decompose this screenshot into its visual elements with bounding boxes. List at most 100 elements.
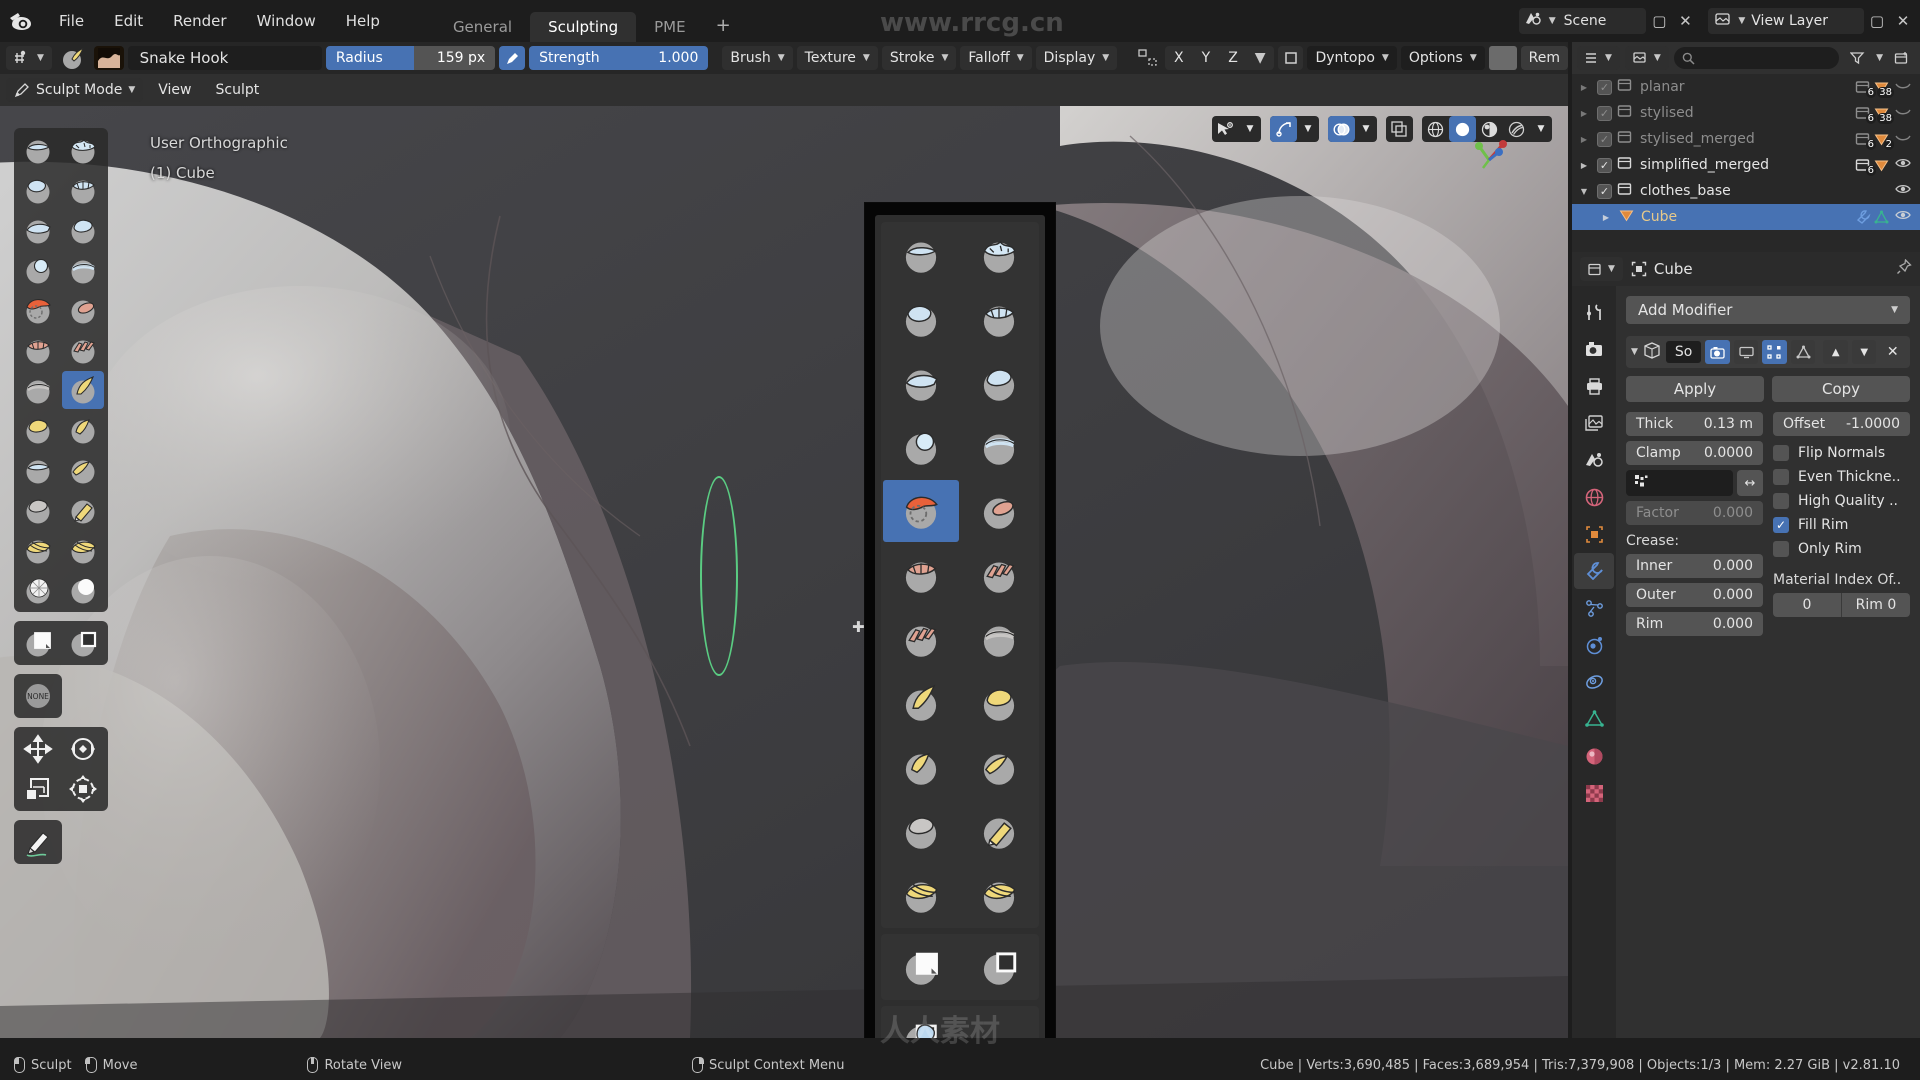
symmetry-axis-group[interactable]: X Y Z ▼ (1165, 46, 1274, 70)
modifier-realtime-toggle-icon[interactable] (1733, 340, 1759, 364)
falloff-dropdown[interactable]: Falloff ▼ (960, 46, 1032, 70)
strength-slider[interactable]: Strength 1.000 (529, 46, 709, 70)
brush-thumbnail-icon[interactable] (93, 46, 124, 70)
outliner-expand-arrow[interactable]: ▶ (1598, 213, 1614, 222)
crease-rim-field[interactable]: Rim 0.000 (1626, 612, 1763, 636)
outliner-exclude-checkbox[interactable]: ✓ (1597, 105, 1612, 121)
checkbox-row-fill-rim[interactable]: ✓ Fill Rim (1773, 513, 1910, 537)
menu-file[interactable]: File (44, 0, 99, 42)
workspace-tab-general[interactable]: General (435, 12, 530, 42)
outliner-exclude-checkbox[interactable]: ✓ (1597, 157, 1612, 173)
tool-box-hide[interactable] (62, 624, 104, 662)
viewlayer-chevron-down-icon[interactable]: ▼ (1738, 16, 1745, 26)
physics-tab[interactable] (1574, 627, 1614, 663)
apply-button[interactable]: Apply (1626, 376, 1764, 402)
gizmo-toggle-icon[interactable] (1270, 116, 1297, 142)
properties-editor[interactable]: ▼ Cube Add Modifier ▼ ▼ So ▲ ▼ ✕ Apply C… (1572, 252, 1920, 1038)
shading-chevron-down-icon[interactable]: ▼ (1530, 116, 1552, 142)
brush-popup-brush-pinch[interactable] (961, 608, 1037, 670)
crease-outer-field[interactable]: Outer 0.000 (1626, 583, 1763, 607)
navigation-gizmo[interactable] (1453, 120, 1523, 190)
tool-brush-inflate[interactable] (62, 211, 104, 249)
texture-dropdown[interactable]: Texture ▼ (796, 46, 878, 70)
tool-none-brush[interactable]: NONE (17, 677, 59, 715)
outliner-row-simplified_merged[interactable]: ▶ ✓ simplified_merged 6 (1572, 152, 1920, 178)
world-tab[interactable] (1574, 479, 1614, 515)
copy-button[interactable]: Copy (1772, 376, 1910, 402)
outliner-row-clothes_base[interactable]: ▼ ✓ clothes_base (1572, 178, 1920, 204)
thickness-field[interactable]: Thick 0.13 m (1626, 412, 1763, 436)
outliner-editor[interactable]: ▼ ▼ ▼ ▶ ✓ planar 6 38 ▶ ✓ stylised 6 38 ▶ ✓ stylised… (1572, 42, 1920, 252)
object-visibility-icon[interactable] (1212, 116, 1239, 142)
new-view-layer-icon[interactable]: ▢ (1864, 12, 1890, 30)
tool-scale-tool[interactable] (17, 770, 59, 808)
brush-popup-brush-clay-strips[interactable] (961, 288, 1037, 350)
vertex-group-field[interactable] (1626, 470, 1733, 496)
modifier-edit-mode-toggle-icon[interactable] (1762, 340, 1787, 364)
tool-brush-crease[interactable] (62, 251, 104, 289)
brush-popup-brush-inflate[interactable] (961, 352, 1037, 414)
tool-brush-flatten[interactable] (62, 291, 104, 329)
brush-popup-brush-grab[interactable] (961, 672, 1037, 734)
brush-popup-brush-clay[interactable] (883, 288, 959, 350)
tool-brush-pinch[interactable] (17, 371, 59, 409)
material-index-row[interactable]: 0 Rim 0 (1773, 593, 1910, 617)
scene-selector[interactable]: ▼ Scene (1518, 8, 1647, 34)
tool-brush-elastic-deform[interactable] (62, 411, 104, 449)
outliner-exclude-checkbox[interactable]: ✓ (1597, 79, 1612, 95)
checkbox-box[interactable] (1773, 493, 1789, 509)
gizmo-chevron-down-icon[interactable]: ▼ (1297, 116, 1319, 142)
brush-popup-brush-layer[interactable] (883, 352, 959, 414)
menu-window[interactable]: Window (242, 0, 331, 42)
radius-pressure-toggle-icon[interactable] (499, 46, 526, 70)
tool-brush-rotate[interactable] (62, 491, 104, 529)
tool-rotate-tool[interactable] (62, 730, 104, 768)
outliner-expand-arrow[interactable]: ▶ (1576, 109, 1592, 118)
symmetry-axis-y[interactable]: Y (1193, 46, 1220, 70)
brush-popup-brush-slide-relax[interactable] (883, 864, 959, 926)
brush-selector-popup[interactable] (864, 202, 1056, 1038)
modifier-move-up-button[interactable]: ▲ (1823, 340, 1848, 364)
new-scene-icon[interactable]: ▢ (1646, 12, 1672, 30)
viewport-menu-view[interactable]: View (149, 78, 200, 102)
symmetry-axis-z[interactable]: Z (1219, 46, 1247, 70)
outliner-row-planar[interactable]: ▶ ✓ planar 6 38 (1572, 74, 1920, 100)
outliner-visibility-eye-icon[interactable] (1892, 157, 1914, 173)
tool-brush-fill[interactable] (17, 331, 59, 369)
tool-brush-smooth[interactable] (17, 291, 59, 329)
brush-popup-brush-snake-hook[interactable] (883, 672, 959, 734)
tool-box-mask[interactable] (17, 624, 59, 662)
xray-toggle-icon[interactable] (1386, 116, 1413, 142)
tool-brush-simplify[interactable] (62, 531, 104, 569)
tool-brush-draw-sharp[interactable] (62, 131, 104, 169)
outliner-display-mode-button[interactable]: ▼ (1624, 46, 1669, 70)
outliner-search-input[interactable] (1673, 47, 1840, 69)
brush-name-field[interactable]: Snake Hook (127, 46, 322, 70)
scene-tab[interactable] (1574, 442, 1614, 478)
menu-edit[interactable]: Edit (99, 0, 158, 42)
brush-popup-brush-simplify[interactable] (961, 864, 1037, 926)
particles-tab[interactable] (1574, 590, 1614, 626)
modifier-close-button[interactable]: ✕ (1880, 340, 1905, 364)
tool-brush-scrape[interactable] (62, 331, 104, 369)
tool-brush-snake-hook[interactable] (62, 371, 104, 409)
tool-brush-clay[interactable] (17, 171, 59, 209)
symmetry-chevron-down-icon[interactable]: ▼ (1247, 46, 1274, 70)
data-tab[interactable] (1574, 701, 1614, 737)
remesh-dropdown[interactable]: Rem (1520, 46, 1569, 70)
overlays-toggle-icon[interactable] (1328, 116, 1355, 142)
crease-inner-field[interactable]: Inner 0.000 (1626, 554, 1763, 578)
brush-popup-box-mask[interactable] (883, 936, 959, 998)
brush-preview-icon[interactable] (56, 45, 90, 71)
stroke-dropdown[interactable]: Stroke ▼ (881, 46, 957, 70)
modifier-expand-triangle-icon[interactable]: ▼ (1631, 347, 1638, 357)
brush-popup-brush-scrape[interactable] (961, 544, 1037, 606)
menu-render[interactable]: Render (158, 0, 241, 42)
checkbox-box[interactable]: ✓ (1773, 517, 1789, 533)
view-layer-name[interactable]: View Layer (1745, 13, 1864, 29)
shading-wireframe-icon[interactable] (1422, 116, 1449, 142)
display-dropdown[interactable]: Display ▼ (1035, 46, 1118, 70)
offset-field[interactable]: Offset -1.0000 (1773, 412, 1910, 436)
material-tab[interactable] (1574, 738, 1614, 774)
delete-view-layer-icon[interactable]: ✕ (1890, 12, 1916, 30)
